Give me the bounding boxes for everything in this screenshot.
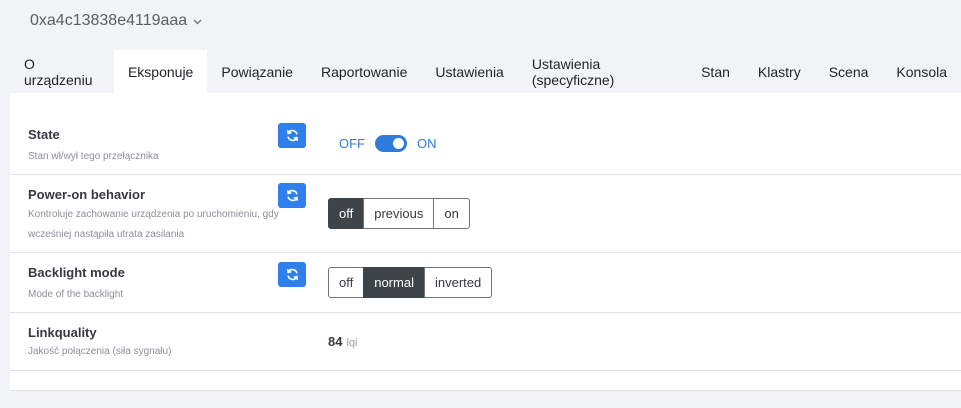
feature-description: Kontroluje zachowanie urządzenia po uruc… <box>28 209 279 240</box>
state-switch[interactable] <box>375 135 407 152</box>
tab-o-urzadzeniu[interactable]: O urządzeniu <box>10 50 114 94</box>
feature-label: Power-on behavior <box>28 187 146 202</box>
off-label: OFF <box>339 136 365 151</box>
feature-label: Linkquality <box>28 325 97 340</box>
tab-scena[interactable]: Scena <box>815 50 883 94</box>
backlight-option-off[interactable]: off <box>328 267 365 298</box>
tab-klastry[interactable]: Klastry <box>744 50 815 94</box>
linkquality-value: 84 <box>328 334 343 349</box>
chevron-down-icon <box>193 17 202 28</box>
refresh-button[interactable] <box>278 123 306 148</box>
tab-bar: O urządzeniu Eksponuje Powiązanie Raport… <box>10 50 961 94</box>
backlight-options: off normal inverted <box>328 267 493 298</box>
refresh-icon <box>286 129 298 142</box>
state-toggle-group: OFF ON <box>339 135 437 152</box>
tab-ustawienia[interactable]: Ustawienia <box>421 50 517 94</box>
tab-eksponuje[interactable]: Eksponuje <box>113 50 208 94</box>
tab-ustawienia-specyficzne[interactable]: Ustawienia (specyficzne) <box>518 50 687 94</box>
feature-label: State <box>28 127 60 142</box>
tab-powiazanie[interactable]: Powiązanie <box>207 50 307 94</box>
feature-description: Jakość połączenia (siła sygnału) <box>28 346 172 357</box>
feature-row-state: State Stan wł/wył tego przełącznika OFF … <box>10 93 961 175</box>
feature-label: Backlight mode <box>28 265 125 280</box>
power-on-option-previous[interactable]: previous <box>363 198 435 229</box>
refresh-icon <box>286 268 298 281</box>
refresh-icon <box>286 189 298 202</box>
tab-stan[interactable]: Stan <box>687 50 744 94</box>
power-on-option-off[interactable]: off <box>328 198 365 229</box>
tab-konsola[interactable]: Konsola <box>882 50 961 94</box>
power-on-options: off previous on <box>328 198 470 229</box>
feature-row-power-on-behavior: Power-on behavior Kontroluje zachowanie … <box>10 175 961 253</box>
exposes-panel: State Stan wł/wył tego przełącznika OFF … <box>10 93 961 391</box>
device-title: 0xa4c13838e4119aaa <box>30 12 188 29</box>
feature-description: Mode of the backlight <box>28 289 124 300</box>
device-selector[interactable]: 0xa4c13838e4119aaa <box>30 12 202 30</box>
feature-description: Stan wł/wył tego przełącznika <box>28 151 159 162</box>
refresh-button[interactable] <box>278 262 306 287</box>
power-on-option-on[interactable]: on <box>433 198 470 229</box>
backlight-option-inverted[interactable]: inverted <box>423 267 493 298</box>
feature-row-linkquality: Linkquality Jakość połączenia (siła sygn… <box>10 313 961 371</box>
on-label: ON <box>417 136 437 151</box>
refresh-button[interactable] <box>278 183 306 208</box>
linkquality-value-group: 84 lqi <box>328 334 357 349</box>
feature-row-backlight-mode: Backlight mode Mode of the backlight off… <box>10 253 961 313</box>
linkquality-unit: lqi <box>346 337 358 349</box>
backlight-option-normal[interactable]: normal <box>363 267 425 298</box>
tab-raportowanie[interactable]: Raportowanie <box>307 50 421 94</box>
